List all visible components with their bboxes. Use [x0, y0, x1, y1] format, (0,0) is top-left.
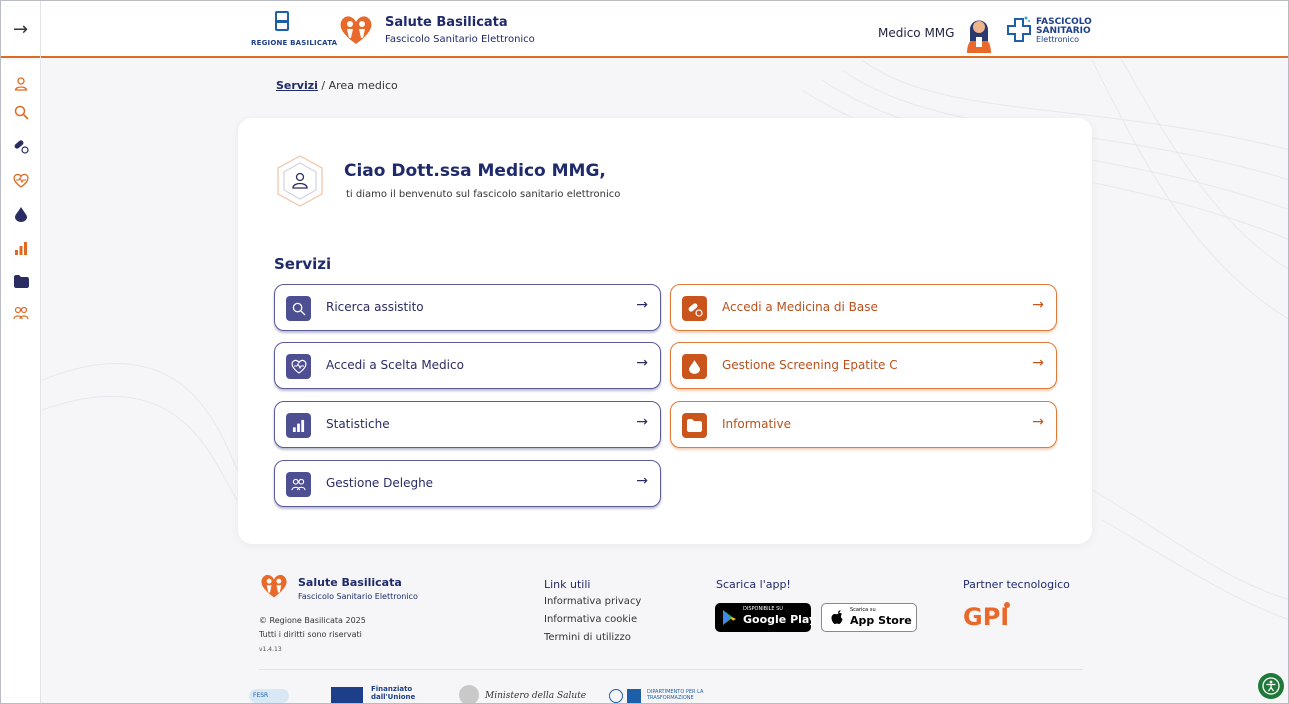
welcome-message: ti diamo il benvenuto sul fascicolo sani…	[346, 189, 621, 200]
apple-icon	[831, 610, 843, 624]
footer-link-terms[interactable]: Termini di utilizzo	[544, 632, 631, 643]
user-icon	[14, 77, 28, 91]
google-play-icon	[723, 610, 736, 625]
breadcrumb-current: Area medico	[328, 79, 398, 92]
sidebar-item-informative[interactable]	[11, 271, 31, 291]
footer-link-privacy[interactable]: Informativa privacy	[544, 596, 641, 607]
service-label: Gestione Deleghe	[326, 476, 434, 490]
arrow-right-icon: →	[636, 473, 648, 489]
service-label: Accedi a Scelta Medico	[326, 358, 464, 372]
footer-divider	[259, 669, 1083, 670]
service-label: Ricerca assistito	[326, 300, 424, 314]
emblem-icon	[459, 685, 479, 703]
regione-basilicata-logo: REGIONE BASILICATA	[251, 11, 337, 51]
funding-logos: FESR Finanziato dall'Unione europea Mini…	[249, 685, 769, 703]
fascicolo-sanitario-logo: FASCICOLO SANITARIO Elettronico	[1006, 13, 1096, 47]
brand-subtitle: Fascicolo Sanitario Elettronico	[385, 34, 535, 45]
service-label: Accedi a Medicina di Base	[722, 300, 878, 314]
sidebar-item-screening[interactable]	[11, 204, 31, 224]
user-avatar[interactable]	[961, 11, 997, 53]
app-window: → REGIONE BASILICATA Salute Basilicata F…	[0, 0, 1289, 704]
users-icon	[291, 478, 306, 491]
search-icon	[14, 105, 29, 120]
arrow-right-icon: →	[636, 355, 648, 371]
service-statistiche-button[interactable]: Statistiche →	[274, 401, 661, 448]
arrow-right-icon: →	[1032, 297, 1044, 313]
sidebar-item-deleghe[interactable]	[11, 303, 31, 323]
folder-icon	[13, 274, 29, 288]
arrow-right-icon: →	[1032, 414, 1044, 430]
svg-text:GPI: GPI	[963, 603, 1009, 631]
heart-pulse-icon	[291, 359, 306, 374]
top-header: → REGIONE BASILICATA Salute Basilicata F…	[1, 1, 1288, 58]
breadcrumb: Servizi / Area medico	[276, 79, 398, 92]
accessibility-button[interactable]	[1258, 673, 1284, 699]
footer-copyright: © Regione Basilicata 2025	[259, 616, 366, 625]
service-label: Informative	[722, 417, 791, 431]
footer-version: v1.4.13	[259, 646, 282, 653]
user-hexagon-icon	[277, 155, 323, 207]
footer-app-title: Scarica l'app!	[716, 578, 791, 591]
footer-rights: Tutti i diritti sono riservati	[259, 630, 362, 639]
pill-icon	[688, 302, 703, 317]
service-gestione-deleghe-button[interactable]: Gestione Deleghe →	[274, 460, 661, 507]
arrow-right-icon: →	[636, 297, 648, 313]
sidebar-item-medicina[interactable]	[11, 136, 31, 156]
sidebar-item-search[interactable]	[11, 102, 31, 122]
service-medicina-di-base-button[interactable]: Accedi a Medicina di Base →	[670, 284, 1057, 331]
sidebar-toggle-button[interactable]: →	[1, 1, 41, 58]
folder-icon	[687, 419, 702, 432]
accessibility-icon	[1262, 677, 1280, 695]
arrow-right-icon: →	[636, 414, 648, 430]
main-card: Ciao Dott.ssa Medico MMG, ti diamo il be…	[238, 118, 1092, 544]
footer-links-title: Link utili	[544, 578, 591, 591]
footer-brand-title: Salute Basilicata	[298, 576, 402, 589]
sidebar	[1, 60, 41, 703]
service-label: Gestione Screening Epatite C	[722, 358, 898, 372]
greeting-title: Ciao Dott.ssa Medico MMG,	[344, 161, 606, 181]
arrow-right-icon: →	[1032, 355, 1044, 371]
arrow-right-icon: →	[12, 19, 29, 40]
eu-flag-icon	[331, 687, 363, 703]
footer-link-cookie[interactable]: Informativa cookie	[544, 614, 637, 625]
user-role-label[interactable]: Medico MMG	[878, 26, 954, 40]
service-informative-button[interactable]: Informative →	[670, 401, 1057, 448]
sidebar-item-statistiche[interactable]	[11, 238, 31, 258]
pill-icon	[14, 140, 29, 154]
footer-brand-logo	[261, 574, 287, 598]
breadcrumb-servizi-link[interactable]: Servizi	[276, 79, 318, 92]
sidebar-item-scelta-medico[interactable]	[11, 170, 31, 190]
services-title: Servizi	[274, 255, 332, 273]
bar-chart-icon	[15, 242, 27, 255]
app-store-badge[interactable]: Scarica su App Store	[821, 603, 917, 632]
sidebar-item-user[interactable]	[11, 74, 31, 94]
heart-pulse-icon	[13, 173, 29, 188]
service-scelta-medico-button[interactable]: Accedi a Scelta Medico →	[274, 342, 661, 389]
footer-brand-subtitle: Fascicolo Sanitario Elettronico	[298, 592, 418, 601]
search-icon	[292, 302, 306, 316]
gpi-partner-logo[interactable]: GPI	[963, 599, 1013, 631]
service-ricerca-assistito-button[interactable]: Ricerca assistito →	[274, 284, 661, 331]
salute-basilicata-logo	[340, 16, 372, 44]
drop-icon	[689, 359, 700, 374]
footer-partner-title: Partner tecnologico	[963, 578, 1070, 591]
service-label: Statistiche	[326, 417, 390, 431]
service-screening-epatite-button[interactable]: Gestione Screening Epatite C →	[670, 342, 1057, 389]
bar-chart-icon	[292, 419, 305, 432]
google-play-badge[interactable]: DISPONIBILE SU Google Play	[715, 603, 816, 632]
users-icon	[13, 306, 29, 320]
drop-icon	[15, 206, 27, 222]
fesr-logo: FESR	[249, 689, 289, 703]
brand-title: Salute Basilicata	[385, 15, 508, 30]
